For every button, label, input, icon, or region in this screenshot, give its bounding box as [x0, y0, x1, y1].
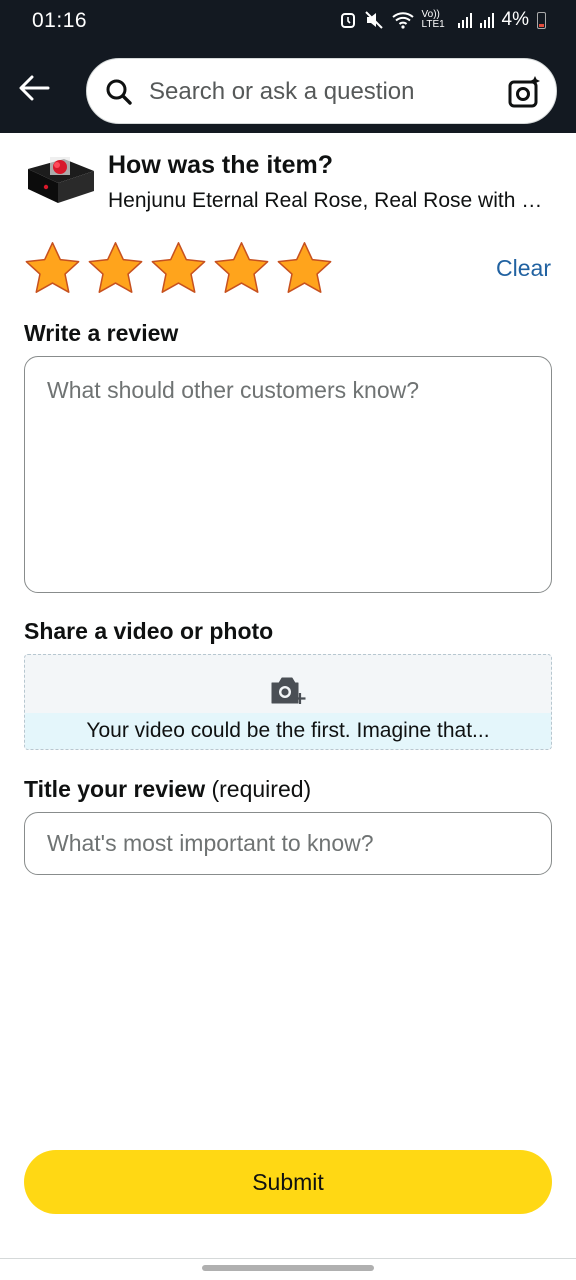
status-icons: Vo)) LTE1 4% [340, 9, 546, 31]
star-rating[interactable] [24, 240, 333, 297]
product-heading: How was the item? [108, 151, 334, 179]
media-label: Share a video or photo [24, 618, 274, 644]
bottom-divider [0, 1258, 576, 1259]
star-4-icon[interactable] [213, 240, 270, 297]
status-time: 01:16 [32, 9, 88, 32]
star-3-icon[interactable] [150, 240, 207, 297]
star-2-icon[interactable] [87, 240, 144, 297]
home-indicator[interactable] [202, 1265, 374, 1271]
star-1-icon[interactable] [24, 240, 81, 297]
signal-icon [457, 12, 472, 28]
battery-percent: 4% [501, 9, 529, 30]
media-upload-area[interactable]: Your video could be the first. Imagine t… [24, 654, 552, 750]
search-bar[interactable] [86, 58, 557, 124]
product-summary: How was the item? Henjunu Eternal Real R… [24, 150, 554, 216]
review-textarea[interactable] [24, 356, 552, 593]
battery-icon [537, 11, 546, 29]
network-label: Vo)) LTE1 [421, 9, 445, 30]
camera-search-icon[interactable] [508, 75, 542, 109]
back-button[interactable] [14, 68, 54, 108]
title-required-note: (required) [211, 776, 312, 802]
title-label-text: Title your review [24, 776, 206, 802]
arrow-left-icon [19, 75, 50, 101]
wifi-icon [391, 12, 414, 29]
app-header [0, 44, 576, 133]
status-bar: 01:16 Vo)) LTE1 4% [0, 0, 576, 44]
submit-button[interactable]: Submit [24, 1150, 552, 1214]
product-name: Henjunu Eternal Real Rose, Real Rose wit… [108, 189, 554, 212]
search-input[interactable] [149, 78, 479, 106]
alarm-icon [340, 13, 355, 28]
title-label: Title your review (required) [24, 776, 311, 803]
review-title-input[interactable] [24, 812, 552, 875]
review-label: Write a review [24, 320, 179, 346]
camera-add-icon [271, 677, 306, 704]
clear-rating-link[interactable]: Clear [496, 255, 551, 282]
star-5-icon[interactable] [276, 240, 333, 297]
signal-icon-2 [479, 12, 494, 28]
product-image [28, 157, 94, 203]
search-icon [106, 79, 132, 105]
media-banner: Your video could be the first. Imagine t… [25, 713, 551, 749]
mute-icon [364, 11, 383, 29]
